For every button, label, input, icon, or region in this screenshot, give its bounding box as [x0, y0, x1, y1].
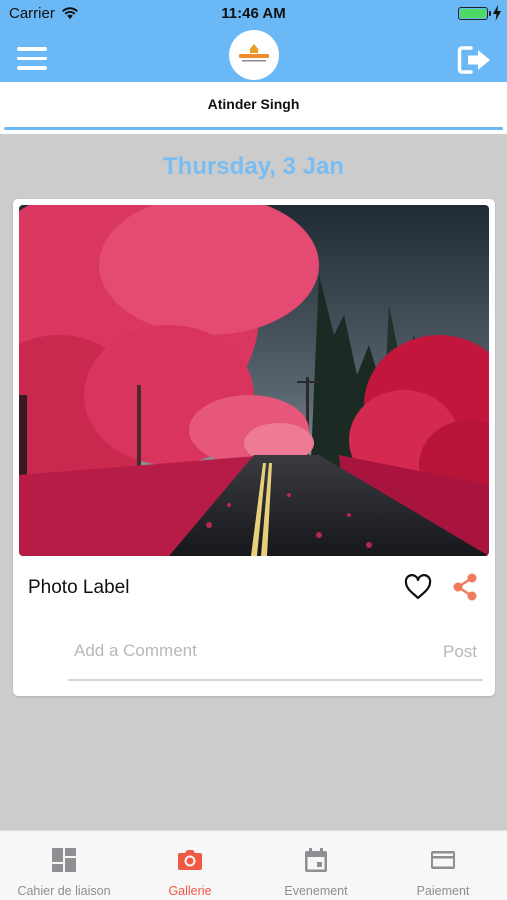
comment-underline	[68, 679, 483, 681]
school-logo-icon	[229, 30, 279, 80]
hamburger-menu-icon[interactable]	[17, 47, 47, 73]
feed-date: Thursday, 3 Jan	[163, 153, 344, 180]
status-time: 11:46 AM	[221, 5, 286, 22]
comment-input[interactable]: Add a Comment	[74, 641, 197, 661]
bottom-tab-bar: Cahier de liaison Gallerie Evenement Pai…	[0, 830, 507, 900]
battery-icon	[458, 7, 491, 20]
tab-label: Cahier de liaison	[17, 884, 111, 898]
tab-gallerie[interactable]: Gallerie	[127, 831, 253, 900]
heart-outline-icon[interactable]	[404, 574, 432, 600]
camera-icon	[178, 850, 202, 870]
gallery-post-card: Photo Label Add a Comment Post	[13, 199, 495, 696]
calendar-icon	[305, 848, 327, 872]
status-bar: Carrier 11:46 AM	[0, 0, 507, 28]
user-name: Atinder Singh	[207, 96, 300, 112]
credit-card-icon	[431, 851, 455, 869]
photo-label: Photo Label	[28, 577, 130, 598]
tab-label: Evenement	[284, 884, 348, 898]
share-icon[interactable]	[451, 572, 479, 602]
tab-label: Gallerie	[168, 884, 212, 898]
logout-icon[interactable]	[457, 44, 492, 76]
post-comment-button[interactable]: Post	[443, 642, 477, 662]
tab-cahier-de-liaison[interactable]: Cahier de liaison	[1, 831, 127, 900]
app-header: Carrier 11:46 AM	[0, 0, 507, 82]
user-header: Atinder Singh	[0, 82, 507, 134]
autumn-road-photo[interactable]	[19, 205, 489, 556]
tab-evenement[interactable]: Evenement	[253, 831, 379, 900]
dashboard-icon	[52, 848, 76, 872]
tab-label: Paiement	[416, 884, 470, 898]
tab-indicator	[4, 127, 503, 130]
tab-paiement[interactable]: Paiement	[380, 831, 506, 900]
charging-bolt-icon	[493, 5, 501, 21]
